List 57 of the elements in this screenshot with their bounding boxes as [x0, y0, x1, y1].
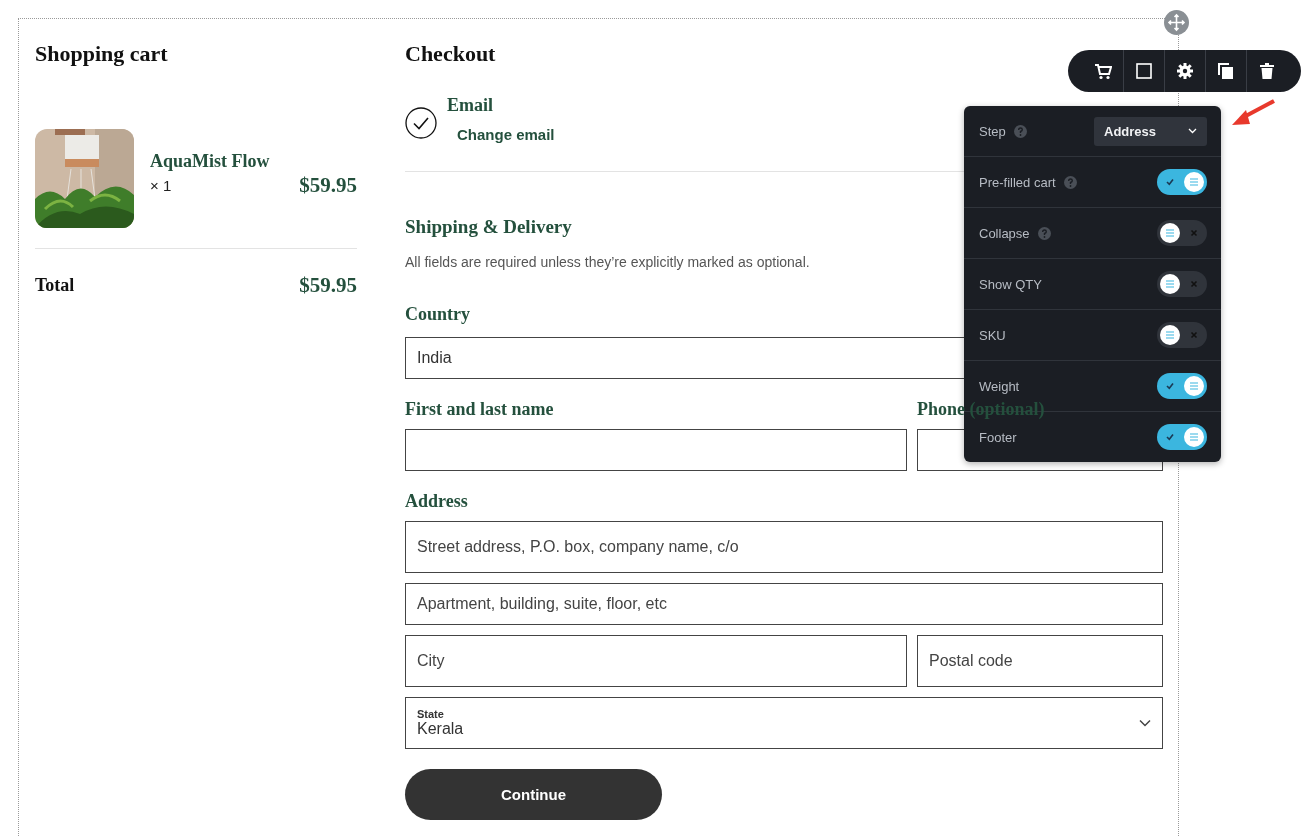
field-value: Kerala	[417, 720, 464, 738]
setting-label: Step	[979, 123, 1006, 139]
setting-label: Weight	[979, 378, 1020, 394]
input-field[interactable]: City	[405, 635, 907, 687]
chevron-down-icon	[1139, 719, 1151, 727]
product-name: AquaMist Flow	[150, 150, 271, 173]
field-value: India	[417, 349, 452, 367]
step-dropdown[interactable]: Address	[1094, 116, 1207, 146]
toggle-switch[interactable]	[1157, 220, 1207, 246]
trash-icon	[1258, 62, 1276, 80]
field-label: Address	[405, 490, 469, 513]
setting-label: Pre-filled cart	[979, 174, 1056, 190]
move-handle-icon[interactable]	[1164, 10, 1189, 35]
cart-icon	[1093, 62, 1112, 80]
lines-icon	[1165, 331, 1175, 339]
email-label: Email	[447, 94, 494, 117]
cross-icon	[1190, 331, 1198, 339]
cart-title: Shopping cart	[35, 40, 169, 68]
select-field[interactable]: State Kerala	[405, 697, 1163, 749]
lines-icon	[1165, 229, 1175, 237]
setting-label: Collapse	[979, 225, 1030, 241]
check-icon	[1166, 433, 1174, 441]
square-icon	[1135, 62, 1153, 80]
change-email-link[interactable]: Change email	[457, 126, 555, 143]
total-label: Total	[35, 275, 75, 296]
helper-text: All fields are required unless they’re explicitly marked as optional.	[405, 254, 810, 270]
cross-icon	[1190, 280, 1198, 288]
cross-icon	[1190, 229, 1198, 237]
lines-icon	[1189, 382, 1199, 390]
input-field[interactable]: Street address, P.O. box, company name, c/o	[405, 521, 1163, 573]
section-title: Shipping & Delivery	[405, 215, 572, 239]
chevron-down-icon	[1188, 128, 1197, 134]
quantity: × 1	[150, 177, 172, 194]
field-label: State	[417, 708, 444, 720]
lines-icon	[1189, 433, 1199, 441]
input-field[interactable]: Apartment, building, suite, floor, etc	[405, 583, 1163, 625]
toggle-switch[interactable]	[1157, 169, 1207, 195]
field-label: Country	[405, 303, 471, 326]
toggle-switch[interactable]	[1157, 424, 1207, 450]
lines-icon	[1165, 280, 1175, 288]
field-label: First and last name	[405, 398, 554, 421]
total-price: $59.95	[299, 273, 357, 298]
checkout-title: Checkout	[405, 40, 497, 68]
check-icon	[1166, 178, 1174, 186]
item-price: $59.95	[299, 173, 357, 198]
settings-icon	[1176, 62, 1194, 80]
input-field[interactable]	[405, 429, 907, 471]
continue-button[interactable]: Continue	[405, 769, 662, 820]
toggle-switch[interactable]	[1157, 322, 1207, 348]
setting-label: Footer	[979, 429, 1017, 445]
setting-label: Show QTY	[979, 276, 1042, 292]
toggle-switch[interactable]	[1157, 271, 1207, 297]
toggle-switch[interactable]	[1157, 373, 1207, 399]
copy-icon	[1217, 62, 1235, 80]
input-field[interactable]: Postal code	[917, 635, 1163, 687]
lines-icon	[1189, 178, 1199, 186]
check-icon	[1166, 382, 1174, 390]
